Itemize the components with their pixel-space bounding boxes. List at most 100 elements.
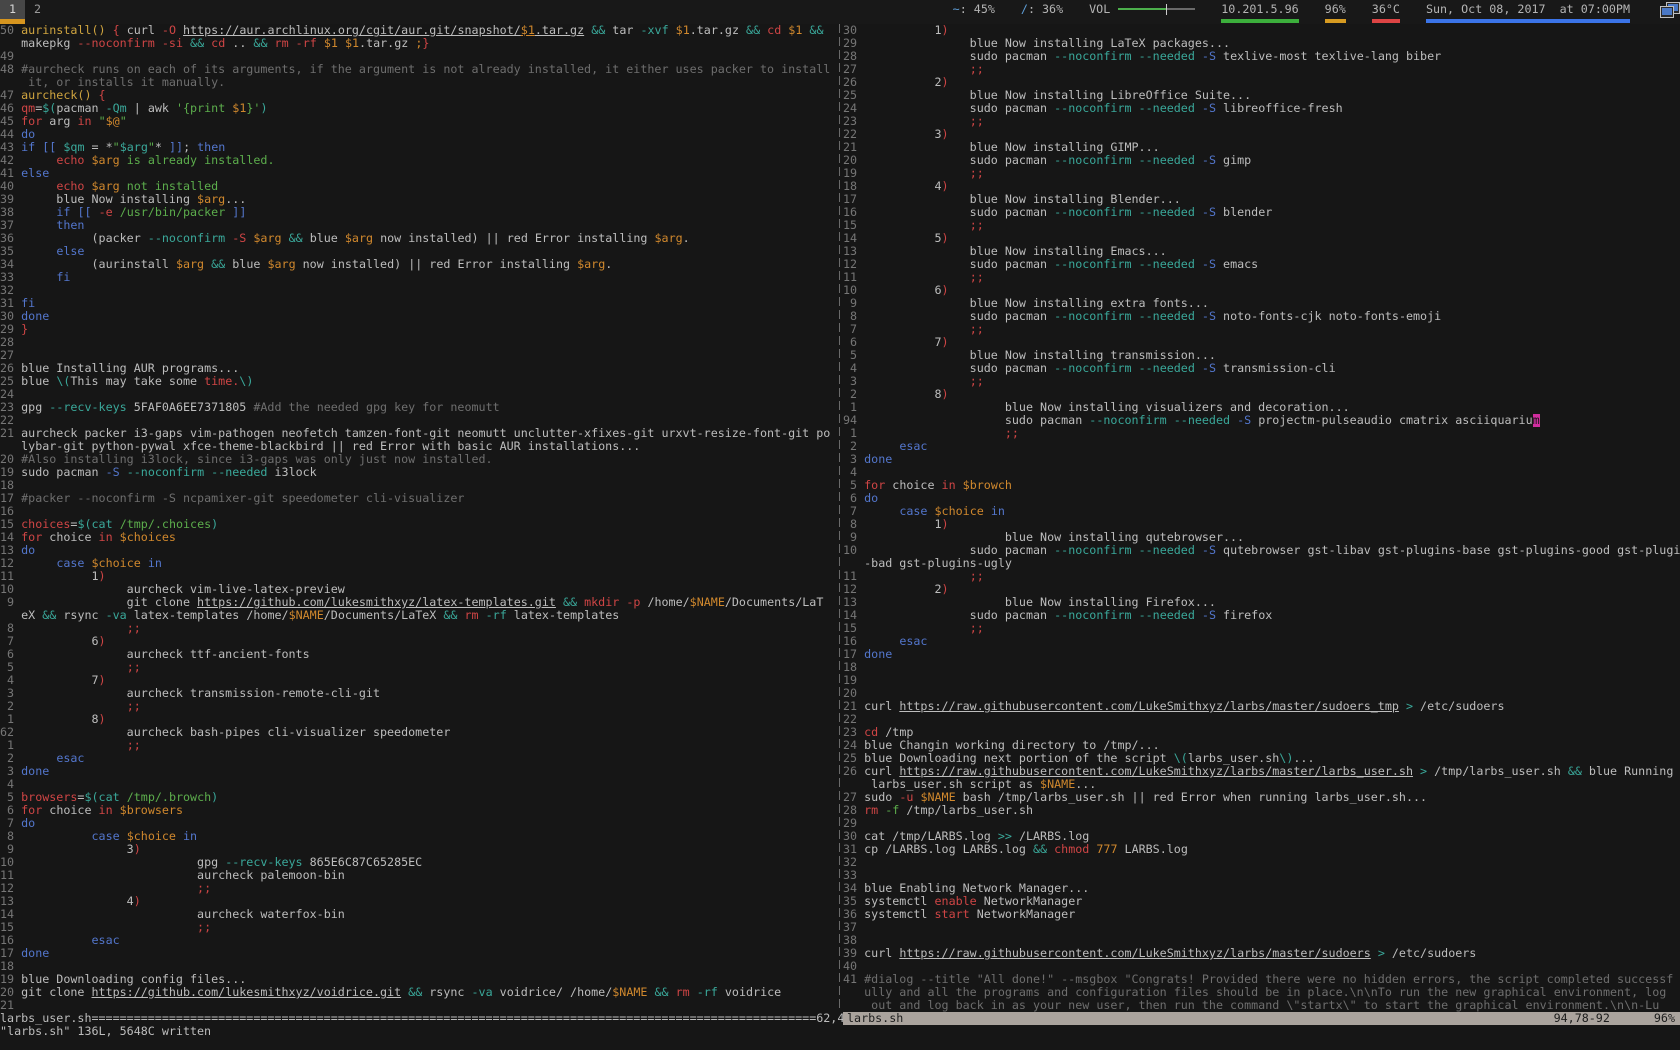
line-number: 2 (0, 752, 21, 765)
vim-pane-right[interactable]: 30 1)29 blue Now installing LaTeX packag… (843, 24, 1680, 1012)
code-line: 38 (843, 934, 1680, 947)
line-number: 15 (843, 622, 864, 635)
code-line: 15 ;; (843, 219, 1680, 232)
line-number: 7 (0, 817, 21, 830)
status-item-volume[interactable]: VOL (1089, 0, 1195, 24)
line-number: 43 (0, 141, 21, 154)
code-line: 15 ;; (843, 622, 1680, 635)
line-number: 8 (0, 622, 21, 635)
code-line: 42 echo $arg is already installed. (0, 154, 836, 167)
line-number: 40 (843, 960, 864, 973)
i3bar: 12 ~: 45%/: 36%VOL10.201.5.9696%36°CSun,… (0, 0, 1680, 24)
code-line: 36 (packer --noconfirm -S $arg && blue $… (0, 232, 836, 245)
line-number: 38 (843, 934, 864, 947)
code-line: 9 blue Now installing extra fonts... (843, 297, 1680, 310)
line-number: 8 (0, 830, 21, 843)
code-line: 45 for arg in "$@" (0, 115, 836, 128)
line-number: 25 (0, 375, 21, 388)
line-number: 14 (843, 609, 864, 622)
line-number: 16 (843, 206, 864, 219)
line-number: 22 (843, 713, 864, 726)
line-number: 16 (0, 934, 21, 947)
workspace-button-2[interactable]: 2 (25, 0, 50, 19)
line-number: 27 (843, 791, 864, 804)
code-line: 20 (843, 687, 1680, 700)
code-line: 14 aurcheck waterfox-bin (0, 908, 836, 921)
code-line: 6 7) (843, 336, 1680, 349)
code-line: 28 rm -f /tmp/larbs_user.sh (843, 804, 1680, 817)
line-number: 9 (843, 297, 864, 310)
code-line: 27 (0, 349, 836, 362)
line-number: 20 (843, 687, 864, 700)
line-number: 3 (0, 687, 21, 700)
line-number: 4 (843, 362, 864, 375)
line-number: 22 (0, 414, 21, 427)
line-number (843, 778, 864, 791)
statusline-ruler: 94,78-9296% (1554, 1012, 1680, 1025)
code-line: 40 (843, 960, 1680, 973)
line-number: 20 (0, 453, 21, 466)
vertical-split-separator[interactable] (836, 24, 843, 1012)
code-line: 17 #packer --noconfirm -S ncpamixer-git … (0, 492, 836, 505)
line-number: 24 (0, 388, 21, 401)
line-number: 14 (843, 232, 864, 245)
code-line: makepkg --noconfirm -si && cd .. && rm -… (0, 37, 836, 50)
code-line: 94 sudo pacman --noconfirm --needed -S p… (843, 414, 1680, 427)
code-line: 43 if [[ $qm = *"$arg"* ]]; then (0, 141, 836, 154)
line-number: 3 (843, 453, 864, 466)
code-line: 19 ;; (843, 167, 1680, 180)
line-number: 32 (843, 856, 864, 869)
code-line: lybar-git python-pywal xfce-theme-blackb… (0, 440, 836, 453)
line-number: 15 (0, 518, 21, 531)
line-number: 8 (843, 310, 864, 323)
status-item-disk-root: /: 36% (1021, 0, 1063, 24)
code-line: 33 (843, 869, 1680, 882)
code-line: 29 blue Now installing LaTeX packages... (843, 37, 1680, 50)
code-line: 20 sudo pacman --noconfirm --needed -S g… (843, 154, 1680, 167)
workspace-button-1[interactable]: 1 (0, 0, 25, 19)
line-number: 7 (0, 635, 21, 648)
code-line: 40 echo $arg not installed (0, 180, 836, 193)
line-number: 36 (843, 908, 864, 921)
code-line: 9 3) (0, 843, 836, 856)
code-line: 34 blue Enabling Network Manager... (843, 882, 1680, 895)
code-line: 30 1) (843, 24, 1680, 37)
code-line: 4 sudo pacman --noconfirm --needed -S tr… (843, 362, 1680, 375)
code-line: 30 done (0, 310, 836, 323)
code-line: larbs_user.sh script as $NAME... (843, 778, 1680, 791)
code-line: 3 ;; (843, 375, 1680, 388)
line-number: 29 (843, 37, 864, 50)
line-number: 38 (0, 206, 21, 219)
code-line: 41 #dialog --title "All done!" --msgbox … (843, 973, 1680, 986)
line-number: 39 (0, 193, 21, 206)
code-line: 29 (843, 817, 1680, 830)
status-item-text: Sun, Oct 08, 2017 at 07:00PM (1426, 3, 1630, 16)
line-number: 18 (843, 180, 864, 193)
line-number: 11 (843, 570, 864, 583)
line-number: 1 (0, 739, 21, 752)
disk-root-icon: / (1021, 3, 1028, 16)
volume-slider[interactable] (1118, 4, 1195, 15)
line-number: 12 (843, 258, 864, 271)
code-line: 27 ;; (843, 63, 1680, 76)
line-number: 26 (843, 76, 864, 89)
code-line: 16 (0, 505, 836, 518)
network-tray-icon[interactable] (1660, 2, 1680, 19)
code-line: 1 ;; (843, 427, 1680, 440)
code-line: 2 8) (843, 388, 1680, 401)
line-number: 46 (0, 102, 21, 115)
code-line: 2 esac (0, 752, 836, 765)
line-number (843, 999, 864, 1012)
code-line: 26 blue Installing AUR programs... (0, 362, 836, 375)
code-line: 27 sudo -u $NAME bash /tmp/larbs_user.sh… (843, 791, 1680, 804)
vim-pane-left[interactable]: 50 aurinstall() { curl -O https://aur.ar… (0, 24, 836, 1012)
disk-home-icon: ~ (953, 3, 960, 16)
line-number: 24 (843, 102, 864, 115)
code-line: 4 (843, 466, 1680, 479)
line-number: 37 (0, 219, 21, 232)
code-line: 14 for choice in $choices (0, 531, 836, 544)
line-number: 30 (0, 310, 21, 323)
code-line: 37 then (0, 219, 836, 232)
workspace-list: 12 (0, 0, 50, 24)
code-line: -bad gst-plugins-ugly (843, 557, 1680, 570)
